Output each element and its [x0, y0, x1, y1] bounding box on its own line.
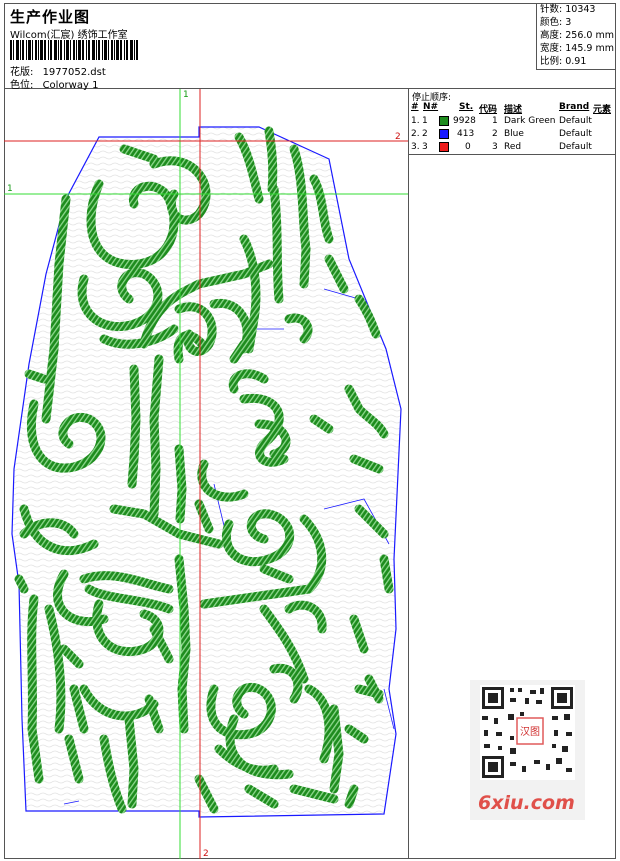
stat-stitches: 针数: 10343	[540, 4, 596, 15]
guide-label-h2: 2	[395, 132, 401, 142]
legend-row: 1. 1 9928 1 Dark Green Default	[411, 116, 592, 126]
stat-height: 高度: 256.0 mm	[540, 30, 614, 41]
watermark-site: 6xiu.com	[478, 792, 575, 814]
stop-sequence-legend: 停止顺序: # N# St. 代码 描述 Brand 元素 1. 1 9928 …	[409, 89, 616, 155]
color-swatch	[439, 116, 449, 126]
page-title: 生产作业图	[10, 8, 91, 26]
embroidery-canvas: 1 2 1 2	[4, 89, 408, 859]
stats-box: 针数: 10343 颜色: 3 高度: 256.0 mm 宽度: 145.9 m…	[536, 3, 616, 70]
guide-label-v1: 1	[183, 90, 189, 100]
color-swatch	[439, 142, 449, 152]
qr-code: 汉图	[480, 685, 575, 780]
legend-header-row: # N# St. 代码 描述 Brand 元素	[411, 102, 612, 115]
stat-scale: 比例: 0.91	[540, 56, 587, 67]
legend-row: 3. 3 0 3 Red Default	[411, 142, 592, 152]
seal-text: 汉图	[520, 726, 540, 738]
company-name: Wilcom(汇宸) 绣饰工作室	[10, 30, 128, 41]
legend-row: 2. 2 413 2 Blue Default	[411, 129, 592, 139]
stat-colors: 颜色: 3	[540, 17, 572, 28]
guide-label-h1: 1	[7, 184, 13, 194]
stat-width: 宽度: 145.9 mm	[540, 43, 614, 54]
color-swatch	[439, 129, 449, 139]
barcode	[10, 40, 138, 60]
header: 生产作业图 Wilcom(汇宸) 绣饰工作室 花版: 1977052.dst 色…	[4, 3, 616, 91]
guide-label-v2: 2	[203, 849, 209, 859]
design-preview[interactable]: 1 2 1 2	[4, 89, 409, 859]
